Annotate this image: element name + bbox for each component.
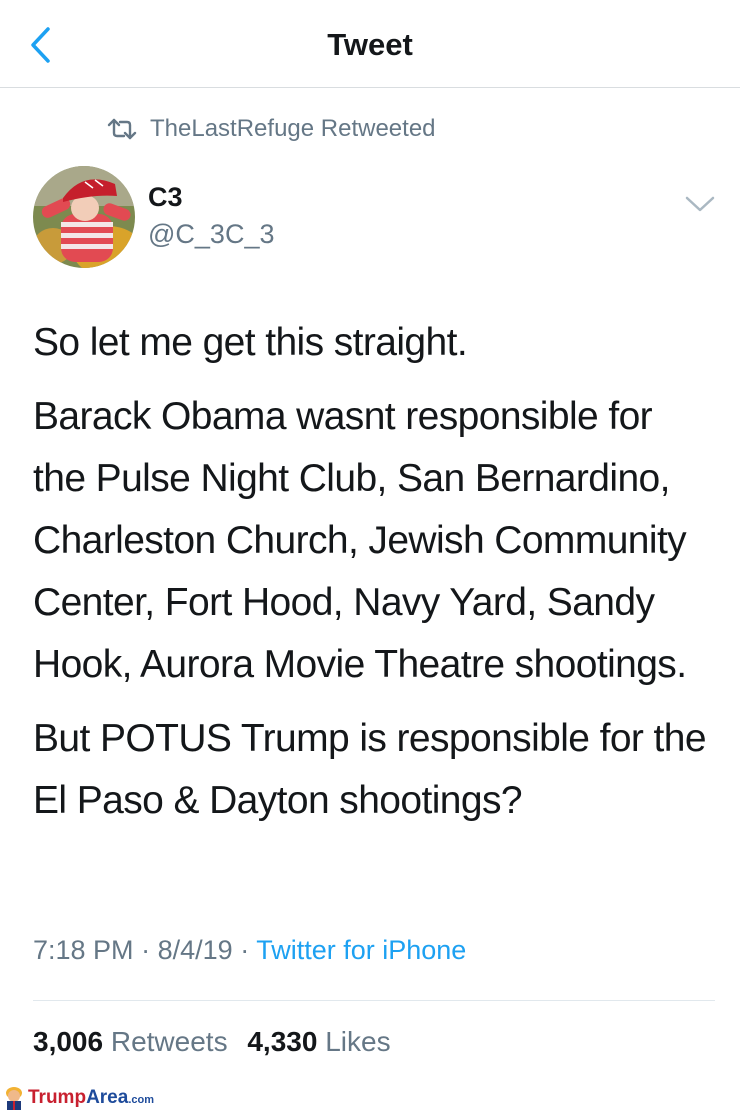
- tweet-stats: 3,006 Retweets 4,330 Likes: [33, 1026, 391, 1058]
- watermark-part3: .com: [128, 1094, 154, 1106]
- likes-stat[interactable]: 4,330 Likes: [247, 1026, 390, 1058]
- trump-mascot-icon: [6, 1087, 22, 1110]
- retweets-label: Retweets: [110, 1026, 228, 1057]
- author-handle[interactable]: @C_3C_3: [148, 219, 274, 250]
- retweets-stat[interactable]: 3,006 Retweets: [33, 1026, 228, 1058]
- author-display-name[interactable]: C3: [148, 182, 183, 213]
- divider: [33, 1000, 715, 1001]
- meta-separator: ·: [240, 935, 250, 965]
- watermark-part2: Area: [86, 1087, 129, 1108]
- meta-separator: ·: [141, 935, 151, 965]
- watermark: TrumpArea.com: [2, 1084, 154, 1110]
- tweet-source-link[interactable]: Twitter for iPhone: [256, 935, 466, 965]
- tweet-meta: 7:18 PM · 8/4/19 · Twitter for iPhone: [33, 935, 466, 966]
- nav-header: Tweet: [0, 0, 740, 88]
- watermark-part1: Trump: [28, 1087, 87, 1108]
- tweet-time: 7:18 PM: [33, 935, 134, 965]
- watermark-text: TrumpArea.com: [28, 1088, 154, 1110]
- chevron-down-icon: [685, 196, 715, 212]
- retweet-icon: [106, 117, 138, 141]
- tweet-paragraph: So let me get this straight.: [33, 321, 468, 364]
- avatar-photo: [33, 166, 135, 268]
- page-title: Tweet: [327, 27, 413, 62]
- likes-count: 4,330: [247, 1026, 318, 1057]
- tweet-paragraph: But POTUS Trump is responsible for the E…: [33, 717, 707, 822]
- tweet-paragraph: Barack Obama wasnt responsible for the P…: [33, 395, 687, 686]
- avatar[interactable]: [33, 166, 135, 268]
- likes-label: Likes: [325, 1026, 391, 1057]
- retweet-context[interactable]: TheLastRefuge Retweeted: [106, 112, 436, 146]
- retweet-context-label: TheLastRefuge Retweeted: [150, 115, 436, 142]
- tweet-text: So let me get this straight. Barack Obam…: [33, 312, 713, 844]
- retweets-count: 3,006: [33, 1026, 104, 1057]
- tweet-menu-button[interactable]: [683, 193, 717, 215]
- tweet-date: 8/4/19: [157, 935, 233, 965]
